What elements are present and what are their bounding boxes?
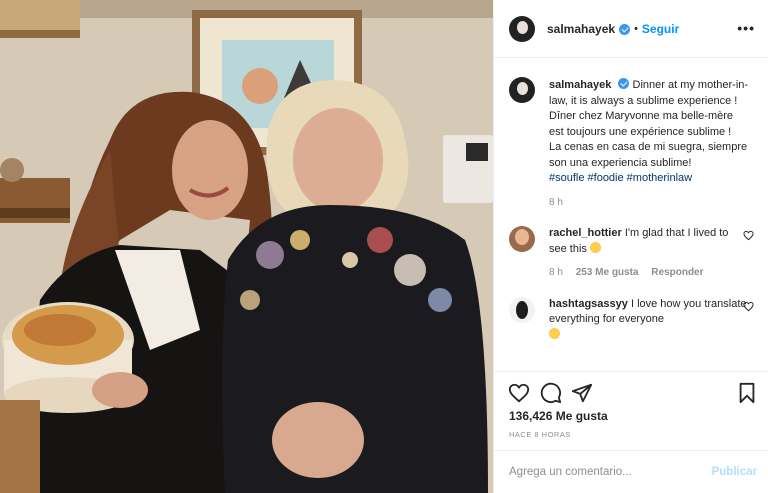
comment-time: 8 h [549, 267, 563, 278]
post-time-ago[interactable]: HACE 8 HORAS [509, 430, 571, 439]
comment-like-heart-icon[interactable] [743, 230, 754, 241]
smile-emoji-icon [589, 241, 601, 253]
post-actions: 136,426 Me gusta HACE 8 HORAS Agrega un … [494, 371, 768, 493]
comment-likes[interactable]: 253 Me gusta [576, 267, 639, 278]
post-sidebar: salmahayek • Seguir ••• salmahayek Dinne… [493, 0, 768, 493]
caption-avatar[interactable] [509, 77, 535, 103]
comment-meta: 8 h 253 Me gusta Responder [549, 265, 749, 281]
comment-username[interactable]: hashtagsassyy [549, 298, 628, 310]
post-photo[interactable] [0, 0, 493, 493]
comment-input[interactable]: Agrega un comentario... [509, 466, 632, 478]
add-comment-bar: Agrega un comentario... Publicar [494, 450, 768, 493]
caption-hashtags[interactable]: #soufle #foodie #motherinlaw [549, 172, 692, 184]
comment-body: rachel_hottier I'm glad that I lived to … [549, 226, 749, 281]
publish-button[interactable]: Publicar [712, 466, 757, 478]
comment-body: hashtagsassyy I love how you translate e… [549, 297, 749, 344]
author-avatar[interactable] [509, 15, 535, 42]
likes-count[interactable]: 136,426 Me gusta [509, 409, 608, 423]
verified-icon [619, 24, 631, 35]
post-header: salmahayek • Seguir ••• [494, 0, 768, 58]
caption-text-fr: Dîner chez Maryvonne ma belle-mère est t… [549, 110, 734, 138]
share-icon[interactable] [571, 382, 593, 404]
more-options-icon[interactable]: ••• [737, 20, 755, 36]
caption-text-es: La cenas en casa de mi suegra, siempre s… [549, 141, 748, 169]
follow-button[interactable]: Seguir [642, 22, 679, 36]
comment-icon[interactable] [540, 382, 562, 404]
action-icons [508, 382, 758, 404]
comments-section[interactable]: salmahayek Dinner at my mother-in-law, i… [494, 59, 768, 371]
comment-item: hashtagsassyy I love how you translate e… [509, 296, 754, 344]
author-username[interactable]: salmahayek [547, 22, 615, 36]
commenter-avatar[interactable] [509, 296, 535, 323]
caption-body: salmahayek Dinner at my mother-in-law, i… [549, 77, 749, 210]
caption-meta: 8 h [549, 195, 749, 211]
reply-button[interactable]: Responder [651, 267, 703, 278]
caption-time: 8 h [549, 196, 563, 208]
instagram-post: salmahayek • Seguir ••• salmahayek Dinne… [0, 0, 768, 493]
header-separator: • [634, 22, 638, 35]
verified-icon [618, 78, 630, 89]
comment-username[interactable]: rachel_hottier [549, 227, 622, 239]
comment-item: rachel_hottier I'm glad that I lived to … [509, 226, 754, 281]
heart-icon[interactable] [508, 382, 530, 404]
comment-like-heart-icon[interactable] [743, 301, 754, 312]
smile-emoji-icon [549, 327, 560, 339]
photo-illustration [0, 0, 493, 493]
caption: salmahayek Dinner at my mother-in-law, i… [509, 77, 754, 210]
bookmark-icon[interactable] [737, 382, 757, 404]
commenter-avatar[interactable] [509, 226, 535, 252]
caption-username[interactable]: salmahayek [549, 79, 611, 91]
